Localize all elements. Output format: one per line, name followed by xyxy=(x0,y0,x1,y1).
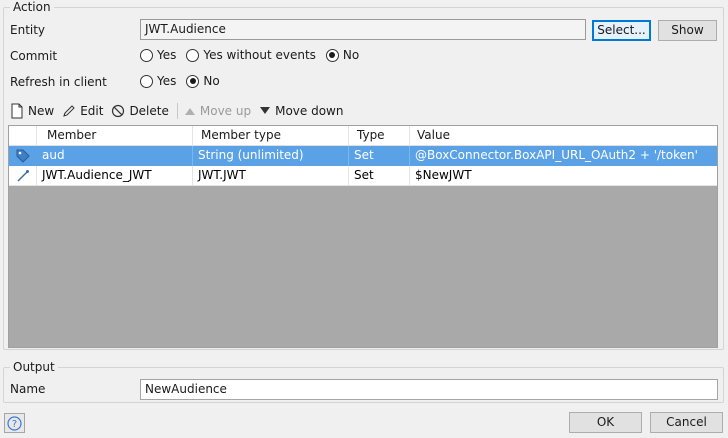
help-icon: ? xyxy=(7,415,22,431)
radio-button[interactable] xyxy=(140,74,153,88)
refresh-no-option[interactable]: No xyxy=(186,74,220,88)
name-label: Name xyxy=(10,382,46,396)
commit-label: Commit xyxy=(10,49,58,63)
delete-icon xyxy=(112,104,125,118)
radio-button[interactable] xyxy=(140,48,153,62)
member-grid[interactable]: Member Member type Type Value aud String… xyxy=(8,125,718,348)
name-field[interactable]: NewAudience xyxy=(140,379,718,400)
pencil-icon xyxy=(63,105,75,117)
show-entity-button[interactable]: Show xyxy=(658,20,717,41)
entity-label: Entity xyxy=(10,23,46,37)
cell-member-type: JWT.JWT xyxy=(193,166,349,186)
help-button[interactable]: ? xyxy=(4,413,25,433)
commit-yes-without-events-option[interactable]: Yes without events xyxy=(186,48,316,62)
refresh-yes-label: Yes xyxy=(157,74,177,88)
cancel-button[interactable]: Cancel xyxy=(650,412,723,433)
commit-no-option[interactable]: No xyxy=(325,48,360,62)
select-entity-button[interactable]: Select... xyxy=(592,20,651,41)
svg-text:?: ? xyxy=(12,419,17,430)
column-header-member[interactable]: Member xyxy=(37,126,193,146)
triangle-down-icon xyxy=(260,107,271,114)
cell-member: aud xyxy=(37,146,193,166)
move-up-button[interactable]: Move up xyxy=(184,104,251,118)
cell-member: JWT.Audience_JWT xyxy=(37,166,193,186)
cell-value: $NewJWT xyxy=(410,166,717,186)
commit-no-label: No xyxy=(342,48,360,62)
new-document-icon xyxy=(11,103,23,119)
commit-radio-group: Yes Yes without events No xyxy=(140,48,369,62)
new-button-label: New xyxy=(28,104,55,118)
edit-button[interactable]: Edit xyxy=(62,104,103,118)
move-down-button-label: Move down xyxy=(275,104,344,118)
delete-button-label: Delete xyxy=(129,104,169,118)
cell-value: @BoxConnector.BoxAPI_URL_OAuth2 + '/toke… xyxy=(415,148,698,162)
output-group-legend: Output xyxy=(10,360,58,374)
association-icon xyxy=(9,166,37,186)
move-down-button[interactable]: Move down xyxy=(259,104,343,118)
radio-button[interactable] xyxy=(186,48,200,62)
edit-button-label: Edit xyxy=(80,104,104,118)
member-toolbar: New Edit Delete Move up Move down xyxy=(10,102,351,120)
refresh-no-label: No xyxy=(203,74,220,88)
cell-type: Set xyxy=(349,166,410,186)
radio-button-checked[interactable] xyxy=(186,74,200,88)
commit-yes-option[interactable]: Yes xyxy=(140,48,176,62)
radio-button-checked[interactable] xyxy=(325,48,339,62)
grid-header-icon-column xyxy=(9,126,37,146)
refresh-radio-group: Yes No xyxy=(140,74,230,88)
move-up-button-label: Move up xyxy=(199,104,252,118)
triangle-up-icon xyxy=(184,108,195,115)
toolbar-separator xyxy=(176,103,178,119)
new-button[interactable]: New xyxy=(10,103,54,119)
ok-button[interactable]: OK xyxy=(569,412,642,433)
delete-button[interactable]: Delete xyxy=(111,104,169,118)
cell-type: Set xyxy=(349,146,410,166)
table-row[interactable]: aud String (unlimited) Set @BoxConnector… xyxy=(9,146,717,166)
commit-yes-label: Yes xyxy=(157,48,177,62)
commit-yes-without-events-label: Yes without events xyxy=(203,48,316,62)
column-header-type[interactable]: Type xyxy=(349,126,410,146)
entity-field[interactable]: JWT.Audience xyxy=(140,19,586,40)
column-header-member-type[interactable]: Member type xyxy=(193,126,349,146)
table-row[interactable]: JWT.Audience_JWT JWT.JWT Set $NewJWT xyxy=(9,166,717,186)
tag-icon xyxy=(9,146,37,166)
refresh-yes-option[interactable]: Yes xyxy=(140,74,176,88)
refresh-label: Refresh in client xyxy=(10,75,107,89)
action-group-legend: Action xyxy=(10,0,54,14)
grid-header: Member Member type Type Value xyxy=(9,126,717,146)
cell-member-type: String (unlimited) xyxy=(193,146,349,166)
column-header-value[interactable]: Value xyxy=(410,126,717,146)
